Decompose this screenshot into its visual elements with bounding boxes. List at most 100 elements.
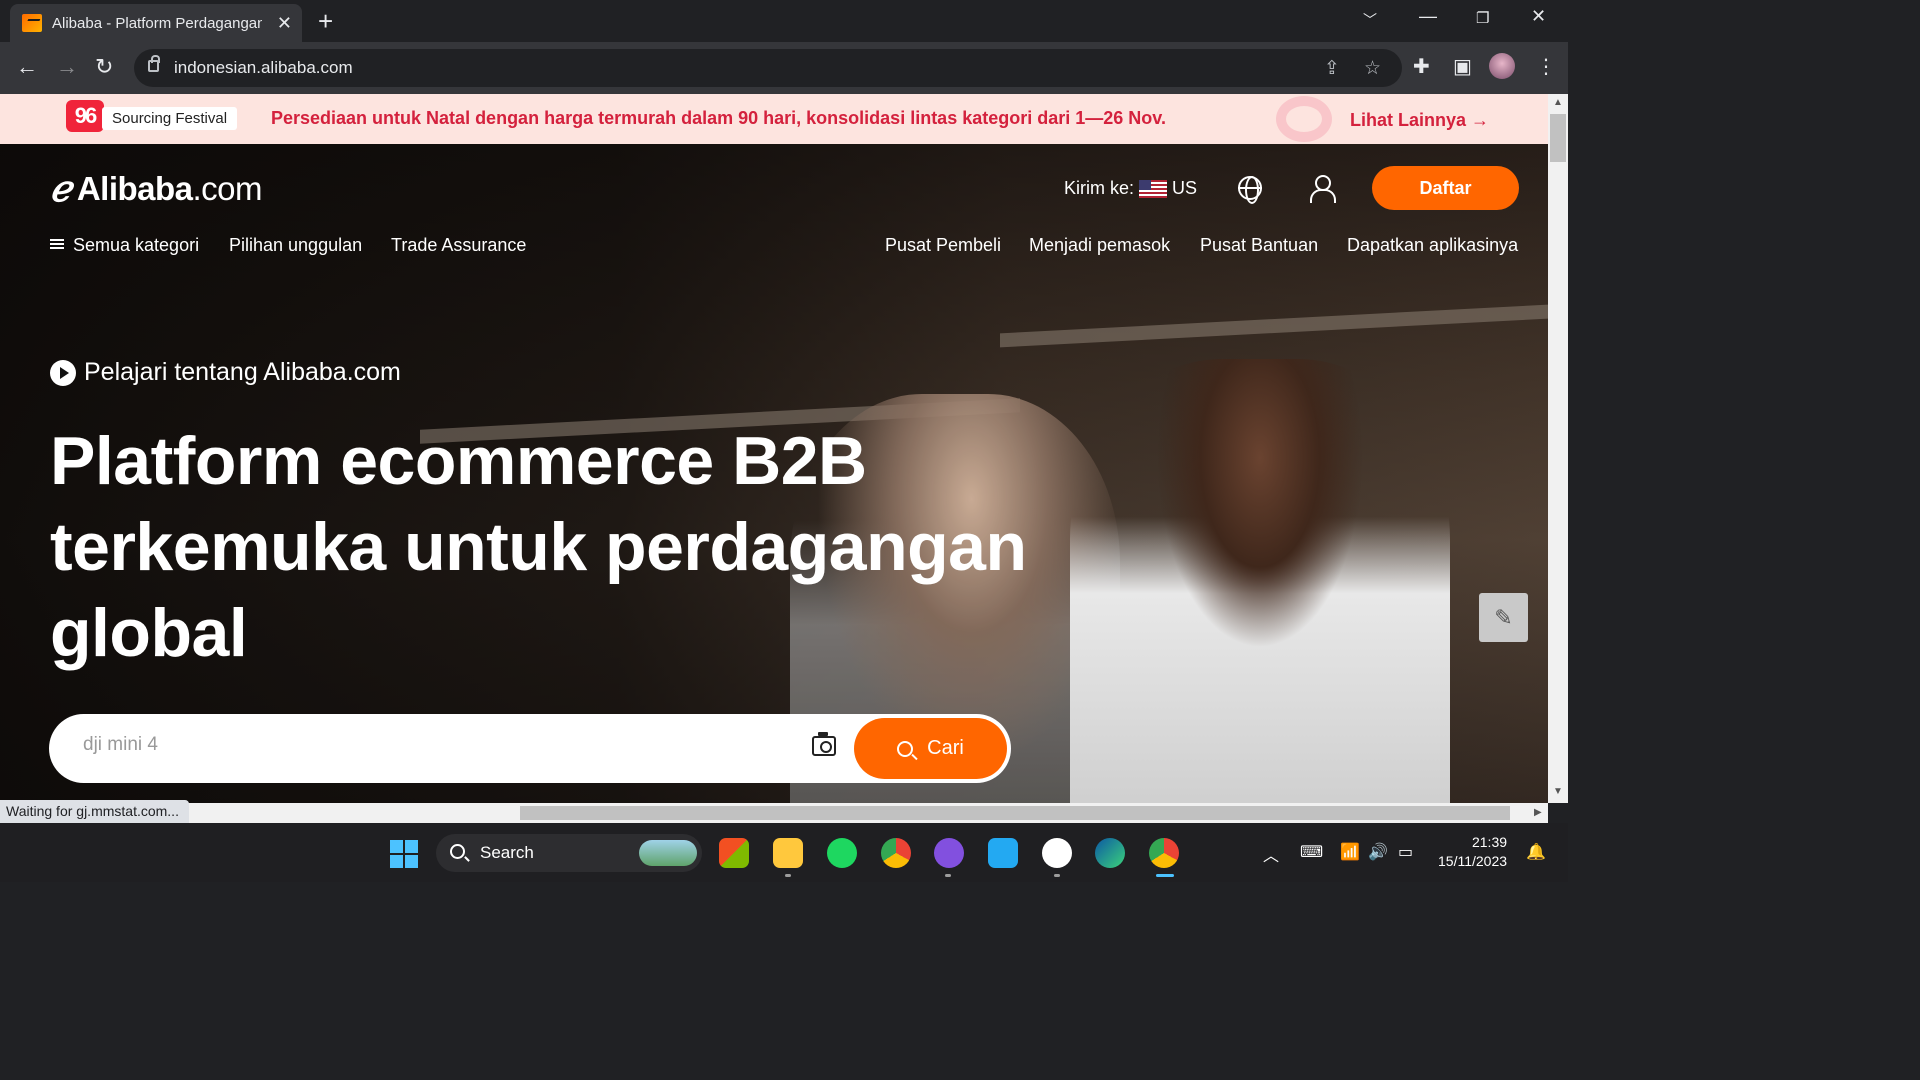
search-button-label: Cari (927, 737, 964, 759)
alibaba-logo[interactable]: ℯ Alibaba .com (50, 168, 263, 210)
tab-strip: Alibaba - Platform Perdagangan ✕ + ﹀ — ❐… (0, 0, 1568, 42)
running-indicator (945, 874, 951, 877)
restore-icon[interactable]: ❐ (1476, 9, 1489, 27)
web-page: 96 Sourcing Festival Persediaan untuk Na… (0, 94, 1548, 803)
menu-kebab-icon[interactable]: ⋮ (1536, 54, 1556, 79)
windows-taskbar: Search ︿ ⌨ 📶 🔊 ▭ 21:39 15/11/2023 🔔 (0, 823, 1568, 882)
ship-to-label: Kirim ke: (1064, 178, 1135, 198)
headline-line: global (50, 595, 248, 671)
back-arrow-icon[interactable]: ← (16, 54, 38, 80)
keyboard-icon[interactable]: ⌨ (1300, 842, 1323, 862)
nav-help-center[interactable]: Pusat Bantuan (1200, 235, 1318, 256)
status-bubble: Waiting for gj.mmstat.com... (0, 800, 189, 823)
taskbar-search-label: Search (480, 843, 534, 862)
search-icon (897, 740, 914, 757)
lock-icon (148, 55, 160, 72)
running-indicator (1054, 874, 1060, 877)
nav-get-app[interactable]: Dapatkan aplikasinya (1347, 235, 1518, 256)
search-bar: Cari (49, 714, 1011, 783)
nav-become-supplier[interactable]: Menjadi pemasok (1029, 235, 1170, 256)
nav-label: Semua kategori (73, 235, 200, 255)
side-panel-icon[interactable]: ▣ (1453, 54, 1472, 79)
headline-line: Platform ecommerce B2B (50, 423, 867, 499)
festival-label: Sourcing Festival (102, 107, 238, 130)
notification-bell-icon[interactable]: 🔔 (1526, 842, 1546, 862)
horizontal-scrollbar[interactable]: ▶ (0, 803, 1548, 823)
bookmark-star-icon[interactable]: ☆ (1364, 57, 1381, 80)
scroll-down-arrow-icon[interactable]: ▼ (1553, 786, 1563, 797)
signup-button[interactable]: Daftar (1372, 166, 1519, 210)
search-icon (450, 844, 465, 859)
promo-banner[interactable]: 96 Sourcing Festival Persediaan untuk Na… (0, 94, 1548, 144)
minimize-icon[interactable]: — (1419, 6, 1437, 27)
active-indicator (1156, 874, 1174, 877)
wifi-icon[interactable]: 📶 (1340, 842, 1360, 862)
forward-arrow-icon[interactable]: → (56, 54, 78, 80)
see-more-link[interactable]: Lihat Lainnya → (1350, 110, 1489, 131)
scrollbar-thumb[interactable] (520, 806, 1510, 820)
running-indicator (785, 874, 791, 877)
nav-buyer-central[interactable]: Pusat Pembeli (885, 235, 1001, 256)
spotify-icon[interactable] (827, 838, 857, 868)
us-flag-icon (1139, 179, 1168, 198)
taskbar-search[interactable]: Search (436, 834, 702, 872)
ceiling-light-decoration (1000, 304, 1548, 348)
search-highlight-image (639, 840, 697, 866)
chrome-profile-icon[interactable] (1149, 838, 1179, 868)
github-desktop-icon[interactable] (934, 838, 964, 868)
clock-time: 21:39 (1471, 834, 1508, 850)
image-search-camera-icon[interactable] (812, 732, 836, 756)
headline-line: terkemuka untuk perdagangan (50, 509, 1027, 585)
scroll-right-arrow-icon[interactable]: ▶ (1534, 807, 1542, 818)
clock-date: 15/11/2023 (1438, 853, 1508, 869)
banner-message[interactable]: Persediaan untuk Natal dengan harga term… (271, 108, 1166, 129)
wps-office-icon[interactable] (1042, 838, 1072, 868)
vscode-icon[interactable] (988, 838, 1018, 868)
address-bar[interactable]: indonesian.alibaba.com ⇪ ☆ (134, 49, 1402, 87)
hero-headline: Platform ecommerce B2B terkemuka untuk p… (50, 418, 1150, 676)
edge-icon[interactable] (1095, 838, 1125, 868)
browser-toolbar: ← → ↻ indonesian.alibaba.com ⇪ ☆ ✚ ▣ ⋮ (0, 42, 1568, 94)
scroll-up-arrow-icon[interactable]: ▲ (1553, 97, 1563, 108)
alibaba-logo-mark-icon: ℯ (50, 168, 71, 210)
tab-title: Alibaba - Platform Perdagangan (52, 14, 262, 32)
browser-tab[interactable]: Alibaba - Platform Perdagangan ✕ (10, 4, 302, 42)
tab-search-icon[interactable]: ﹀ (1363, 10, 1377, 30)
learn-about-label: Pelajari tentang Alibaba.com (84, 358, 401, 386)
nav-trade-assurance[interactable]: Trade Assurance (391, 235, 526, 256)
profile-avatar[interactable] (1489, 53, 1515, 79)
search-button[interactable]: Cari (854, 718, 1007, 779)
share-icon[interactable]: ⇪ (1324, 57, 1340, 80)
windows-start-icon[interactable] (390, 840, 418, 868)
search-input[interactable] (83, 734, 783, 756)
language-globe-icon[interactable] (1238, 176, 1262, 204)
extensions-puzzle-icon[interactable]: ✚ (1413, 54, 1430, 79)
logo-brand: Alibaba (76, 170, 193, 207)
play-icon (50, 359, 76, 386)
microsoft-store-icon[interactable] (719, 838, 749, 868)
chrome-icon[interactable] (881, 838, 911, 868)
system-clock[interactable]: 21:39 15/11/2023 (1438, 833, 1507, 871)
file-explorer-icon[interactable] (773, 838, 803, 868)
logo-suffix: .com (192, 170, 263, 207)
nav-featured[interactable]: Pilihan unggulan (229, 235, 362, 256)
battery-icon[interactable]: ▭ (1398, 842, 1413, 862)
banner-decoration (1276, 96, 1332, 142)
close-window-icon[interactable]: ✕ (1531, 6, 1546, 27)
scrollbar-thumb[interactable] (1550, 114, 1566, 162)
menu-list-icon (50, 239, 64, 250)
close-tab-icon[interactable]: ✕ (277, 13, 292, 34)
feedback-icon[interactable]: ✎ (1479, 593, 1528, 642)
volume-icon[interactable]: 🔊 (1368, 842, 1388, 862)
learn-about-link[interactable]: Pelajari tentang Alibaba.com (50, 358, 401, 387)
new-tab-button[interactable]: + (318, 6, 333, 37)
hero-section: ℯ Alibaba .com Kirim ke: US Daftar Semua … (0, 144, 1548, 803)
show-hidden-icons-chevron-icon[interactable]: ︿ (1263, 842, 1279, 866)
url-text[interactable]: indonesian.alibaba.com (174, 58, 353, 78)
nav-all-categories[interactable]: Semua kategori (50, 235, 199, 256)
ship-to-selector[interactable]: Kirim ke: US (1064, 178, 1197, 199)
vertical-scrollbar[interactable]: ▲ ▼ (1548, 94, 1568, 803)
account-user-icon[interactable] (1309, 175, 1336, 203)
festival-logo: 96 (66, 100, 104, 132)
reload-icon[interactable]: ↻ (95, 54, 113, 80)
